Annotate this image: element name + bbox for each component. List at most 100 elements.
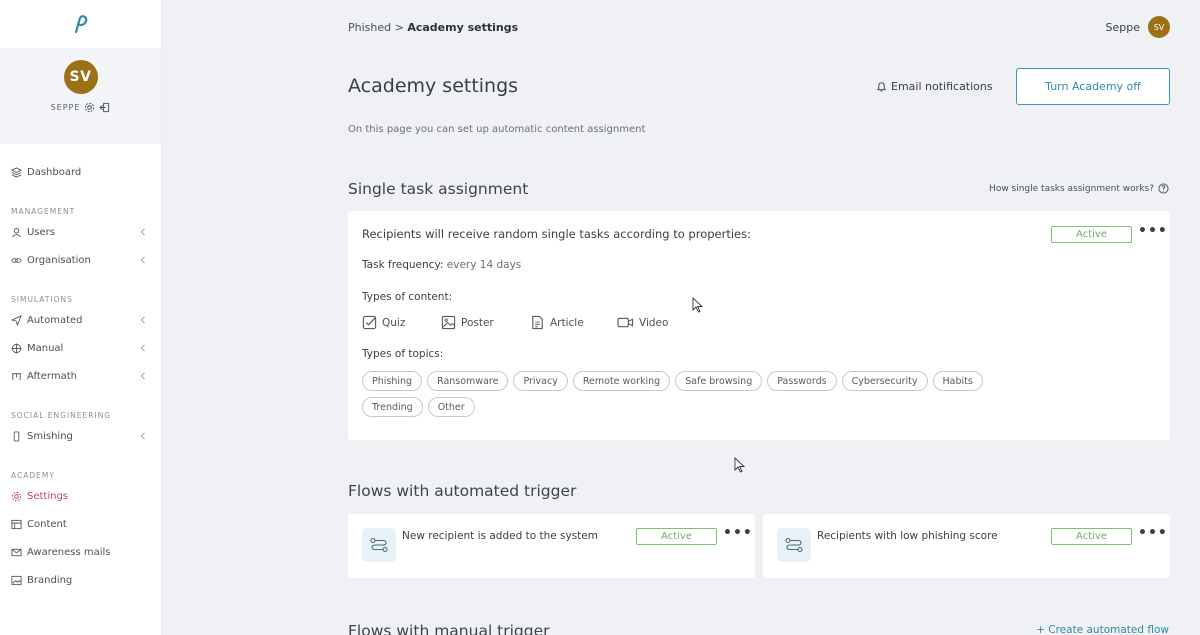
page-title: Academy settings xyxy=(348,75,519,97)
phished-logo-icon xyxy=(74,15,87,34)
content-types: Quiz Poster Article Video xyxy=(362,315,668,330)
sidebar-item-users[interactable]: Users xyxy=(0,218,161,246)
status-badge: Active xyxy=(1051,226,1132,243)
status-badge: Active xyxy=(636,528,717,545)
email-notifications-label: Email notifications xyxy=(891,80,993,93)
profile-panel: SV SEPPE xyxy=(0,48,161,144)
more-options-button[interactable]: ••• xyxy=(1138,525,1168,541)
topics-label: Types of topics: xyxy=(362,348,444,360)
link-icon xyxy=(11,255,22,266)
single-task-help-link[interactable]: How single tasks assignment works? xyxy=(989,183,1169,194)
single-task-card: Recipients will receive random single ta… xyxy=(348,211,1170,440)
content-type-poster: Poster xyxy=(441,315,530,330)
content-type-label: Article xyxy=(550,316,584,329)
sidebar-item-automated[interactable]: Automated xyxy=(0,306,161,334)
more-options-button[interactable]: ••• xyxy=(723,525,753,541)
section-title-flows-automated: Flows with automated trigger xyxy=(348,482,577,500)
sidebar-item-aftermath[interactable]: Aftermath xyxy=(0,362,161,390)
document-icon xyxy=(532,315,543,330)
avatar: SV xyxy=(1148,16,1170,38)
video-icon xyxy=(617,317,634,328)
content-type-video: Video xyxy=(617,315,668,330)
logo[interactable] xyxy=(0,0,161,48)
flow-icon xyxy=(11,371,22,382)
topic-chip[interactable]: Ransomware xyxy=(427,371,509,391)
image-icon xyxy=(441,315,456,330)
sidebar-item-content[interactable]: Content xyxy=(0,510,161,538)
turn-academy-off-button[interactable]: Turn Academy off xyxy=(1016,68,1170,105)
sidebar-item-branding[interactable]: Branding xyxy=(0,566,161,594)
crosshair-icon xyxy=(11,342,22,354)
create-automated-flow-link[interactable]: + Create automated flow xyxy=(1036,624,1169,635)
question-icon xyxy=(1158,183,1169,194)
sidebar-item-label: Users xyxy=(27,226,56,238)
flow-icon xyxy=(777,528,811,562)
layers-icon xyxy=(11,166,22,178)
section-simulations: SIMULATIONS xyxy=(11,295,73,304)
topic-chip[interactable]: Safe browsing xyxy=(675,371,763,391)
flow-icon xyxy=(362,528,396,562)
sidebar-item-smishing[interactable]: Smishing xyxy=(0,422,161,450)
status-badge: Active xyxy=(1051,528,1132,545)
sidebar: SV SEPPE Dashboard MANAGEMENT Users Orga… xyxy=(0,0,162,635)
content-types-label: Types of content: xyxy=(362,291,453,303)
sidebar-item-dashboard[interactable]: Dashboard xyxy=(0,158,161,186)
email-notifications-button[interactable]: Email notifications xyxy=(876,80,993,93)
user-menu[interactable]: Seppe SV xyxy=(1106,16,1170,38)
sidebar-item-label: Aftermath xyxy=(27,370,77,382)
topics-row-1: Phishing Ransomware Privacy Remote worki… xyxy=(362,371,983,391)
topic-chip[interactable]: Privacy xyxy=(513,371,568,391)
breadcrumb-separator: > xyxy=(391,21,408,34)
topic-chip[interactable]: Other xyxy=(427,397,475,417)
breadcrumb: Phished > Academy settings xyxy=(348,21,518,34)
gear-icon[interactable] xyxy=(84,102,95,113)
mail-icon xyxy=(11,547,22,558)
section-social-engineering: SOCIAL ENGINEERING xyxy=(11,411,112,420)
flow-title: New recipient is added to the system xyxy=(402,530,598,542)
content-type-label: Poster xyxy=(461,316,494,329)
sidebar-item-label: Organisation xyxy=(27,254,91,266)
topic-chip[interactable]: Remote working xyxy=(572,371,671,391)
content-type-quiz: Quiz xyxy=(362,315,441,330)
content-type-article: Article xyxy=(530,315,617,330)
topic-chip[interactable]: Phishing xyxy=(362,371,423,391)
profile-name-row: SEPPE xyxy=(51,102,111,113)
checkbox-icon xyxy=(362,315,377,330)
topics-row-2: Trending Other xyxy=(362,397,475,417)
task-frequency-value: every 14 days xyxy=(443,259,522,271)
sidebar-nav: Dashboard MANAGEMENT Users Organisation … xyxy=(0,144,161,594)
user-icon xyxy=(11,227,22,238)
topic-chip[interactable]: Habits xyxy=(932,371,983,391)
breadcrumb-current: Academy settings xyxy=(407,21,519,34)
sidebar-item-label: Settings xyxy=(27,490,69,502)
topic-chip[interactable]: Trending xyxy=(362,397,423,417)
section-management: MANAGEMENT xyxy=(11,207,76,216)
chevron-left-icon xyxy=(140,316,145,324)
sidebar-item-settings[interactable]: Settings xyxy=(0,482,161,510)
sidebar-item-label: Smishing xyxy=(27,430,73,442)
mouse-cursor-icon xyxy=(734,457,746,473)
chevron-left-icon xyxy=(140,344,145,352)
mouse-cursor-icon xyxy=(692,297,704,313)
chevron-left-icon xyxy=(140,228,145,236)
section-title-single-task: Single task assignment xyxy=(348,180,529,198)
avatar[interactable]: SV xyxy=(63,60,98,94)
topic-chip[interactable]: Cybersecurity xyxy=(841,371,928,391)
user-name: Seppe xyxy=(1105,20,1140,34)
topic-chip[interactable]: Passwords xyxy=(767,371,837,391)
breadcrumb-root[interactable]: Phished xyxy=(348,21,391,34)
flow-card[interactable]: Recipients with low phishing score Activ… xyxy=(763,514,1170,578)
sidebar-item-label: Awareness mails xyxy=(27,546,111,558)
single-task-heading: Recipients will receive random single ta… xyxy=(362,227,751,241)
image-icon xyxy=(11,575,22,586)
bell-icon xyxy=(876,82,887,92)
sidebar-item-organisation[interactable]: Organisation xyxy=(0,246,161,274)
send-icon xyxy=(11,314,22,326)
flow-card[interactable]: New recipient is added to the system Act… xyxy=(348,514,755,578)
page-subtitle: On this page you can set up automatic co… xyxy=(348,124,646,135)
logout-icon[interactable] xyxy=(99,102,110,113)
sidebar-item-label: Automated xyxy=(27,314,83,326)
sidebar-item-awareness-mails[interactable]: Awareness mails xyxy=(0,538,161,566)
more-options-button[interactable]: ••• xyxy=(1138,223,1168,239)
sidebar-item-manual[interactable]: Manual xyxy=(0,334,161,362)
